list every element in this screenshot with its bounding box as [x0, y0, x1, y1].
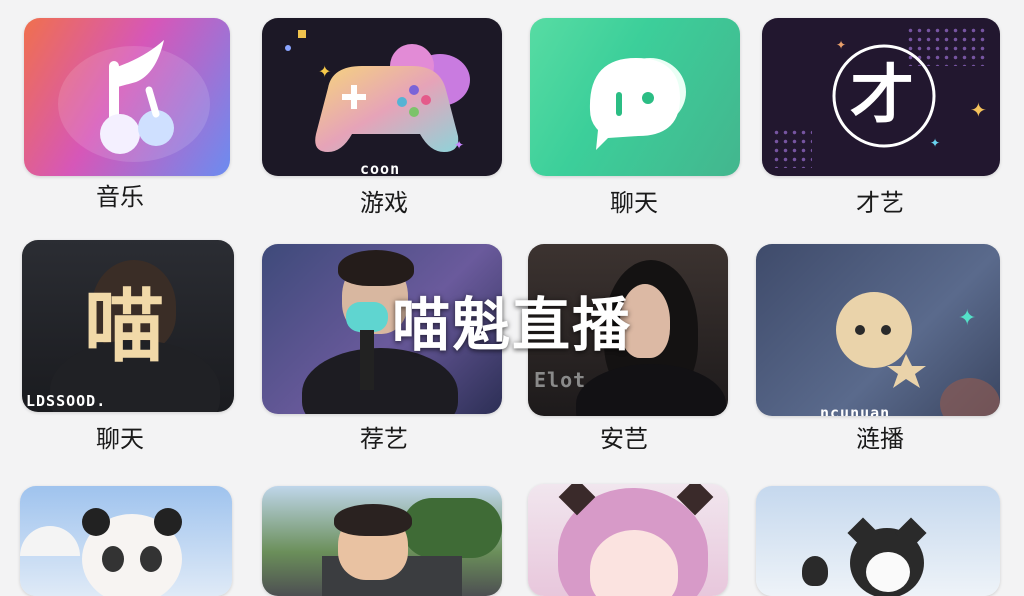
category-tile-chat[interactable]	[530, 18, 740, 176]
tile-label: 聊天	[610, 189, 658, 217]
garbled-text: LDSSOOD.	[26, 392, 107, 410]
umbrella	[20, 526, 80, 556]
person-body	[576, 364, 726, 416]
sparkle-icon: ✦	[318, 62, 332, 81]
tile-label: 安芑	[600, 425, 648, 453]
tile-label: 聊天	[96, 425, 144, 453]
garbled-text: coon	[360, 160, 401, 176]
panda-eye	[102, 546, 124, 572]
tile-label: 游戏	[360, 189, 408, 217]
garbled-text: ncunuan	[820, 404, 891, 416]
tree	[402, 498, 502, 558]
overlay-title: 喵魁直播	[392, 291, 633, 359]
meow-glyph: 喵	[84, 280, 164, 373]
music-note-icon	[58, 40, 210, 162]
tile-label: 荐艺	[360, 425, 408, 453]
sparkle-icon: ✦	[958, 306, 977, 331]
sparkle-icon: ✦	[930, 136, 941, 150]
category-tile-cat[interactable]	[756, 486, 1000, 596]
sparkle-icon: ✦	[836, 38, 847, 52]
panda-ear	[82, 508, 110, 536]
category-tile-game[interactable]: ✦ ✦ coon	[262, 18, 502, 176]
microphone-icon	[346, 302, 388, 332]
talent-glyph: 才	[850, 59, 914, 133]
sparkle-icon: ✦	[454, 138, 465, 152]
category-tile-panda[interactable]	[20, 486, 232, 596]
cartoon-boy-hair	[334, 504, 412, 536]
microphone-handle	[360, 330, 374, 390]
category-tile-live[interactable]: ✦ ncunuan	[756, 244, 1000, 416]
tile-label: 才艺	[856, 189, 904, 217]
chat-bubble-icon	[589, 58, 686, 150]
gamepad-icon	[285, 30, 470, 152]
panda-eye	[140, 546, 162, 572]
panda-ear	[154, 508, 182, 536]
garbled-text: Elot	[534, 368, 587, 392]
category-tile-cartoon[interactable]	[262, 486, 502, 596]
tile-label: 涟播	[856, 425, 904, 453]
person-small	[802, 556, 828, 586]
cat-face	[866, 552, 910, 592]
category-tile-talent[interactable]: 才 ✦ ✦ ✦	[762, 18, 1000, 176]
sparkle-icon: ✦	[970, 98, 987, 122]
tile-label: 音乐	[96, 183, 144, 211]
category-tile-anime[interactable]	[528, 484, 728, 596]
category-tile-chat-live[interactable]: 喵 LDSSOOD.	[22, 240, 234, 412]
category-tile-music[interactable]	[24, 18, 230, 176]
